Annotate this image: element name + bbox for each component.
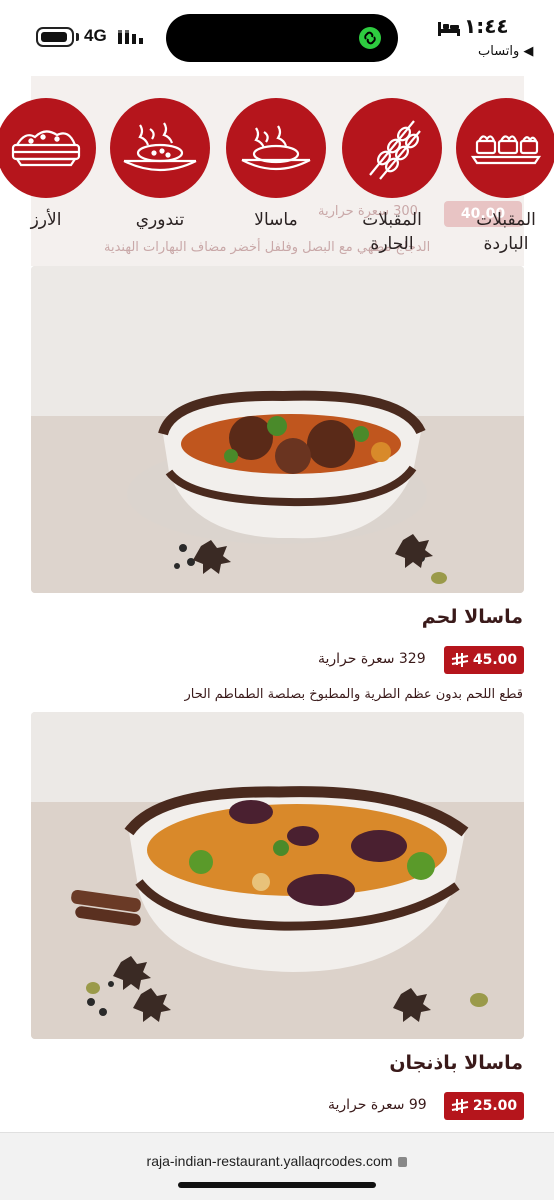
battery-icon xyxy=(36,27,74,47)
item-price: 25.00 xyxy=(472,1098,518,1114)
url-text[interactable]: raja-indian-restaurant.yallaqrcodes.com xyxy=(147,1153,393,1169)
menu-page: 4G ١:٤٤ ◀ واتساب 40.00 300 سعرة حرارية ا… xyxy=(0,0,554,1200)
cold-appetizers-icon xyxy=(456,98,554,198)
category-tandoori[interactable]: تندوري xyxy=(108,98,212,232)
home-indicator[interactable] xyxy=(178,1182,376,1188)
eggplant-masala-photo[interactable] xyxy=(31,712,524,1039)
category-label: ماسالا xyxy=(254,210,298,230)
item-calories: 329 سعرة حرارية xyxy=(318,651,426,667)
item-price-badge: 45.00 xyxy=(444,646,524,674)
category-masala[interactable]: ماسالا xyxy=(224,98,328,232)
dynamic-island xyxy=(166,14,398,62)
status-bar: 4G ١:٤٤ ◀ واتساب xyxy=(0,0,554,72)
bed-icon xyxy=(438,22,460,36)
back-to-app-link[interactable]: ◀ واتساب xyxy=(478,44,533,59)
category-cold-appetizers[interactable]: المقبلات الباردة xyxy=(454,98,554,256)
category-label: الأرز xyxy=(30,210,62,230)
item-title: ماسالا باذنجان xyxy=(389,1052,523,1074)
rice-bowl-icon xyxy=(0,98,96,198)
riyal-symbol-icon xyxy=(451,1099,469,1113)
category-label: المقبلات الباردة xyxy=(476,210,536,254)
clock: ١:٤٤ xyxy=(464,14,509,38)
meat-masala-photo[interactable] xyxy=(31,266,524,593)
link-icon xyxy=(359,27,381,49)
category-hot-appetizers[interactable]: المقبلات الحارة xyxy=(340,98,444,256)
network-label: 4G xyxy=(84,26,107,45)
category-rice[interactable]: الأرز xyxy=(0,98,98,232)
item-calories: 99 سعرة حرارية xyxy=(328,1097,427,1113)
item-title: ماسالا لحم xyxy=(421,606,523,628)
item-description: قطع اللحم بدون عظم الطرية والمطبوخ بصلصة… xyxy=(184,687,523,702)
tandoori-dish-icon xyxy=(110,98,210,198)
skewers-icon xyxy=(342,98,442,198)
category-label: المقبلات الحارة xyxy=(362,210,422,254)
item-price-badge: 25.00 xyxy=(444,1092,524,1120)
masala-dish-icon xyxy=(226,98,326,198)
lock-icon xyxy=(398,1157,408,1167)
category-label: تندوري xyxy=(135,210,185,230)
browser-url-bar[interactable]: raja-indian-restaurant.yallaqrcodes.com xyxy=(0,1132,554,1200)
signal-icon xyxy=(118,30,143,44)
item-price: 45.00 xyxy=(472,652,518,668)
riyal-symbol-icon xyxy=(451,653,469,667)
